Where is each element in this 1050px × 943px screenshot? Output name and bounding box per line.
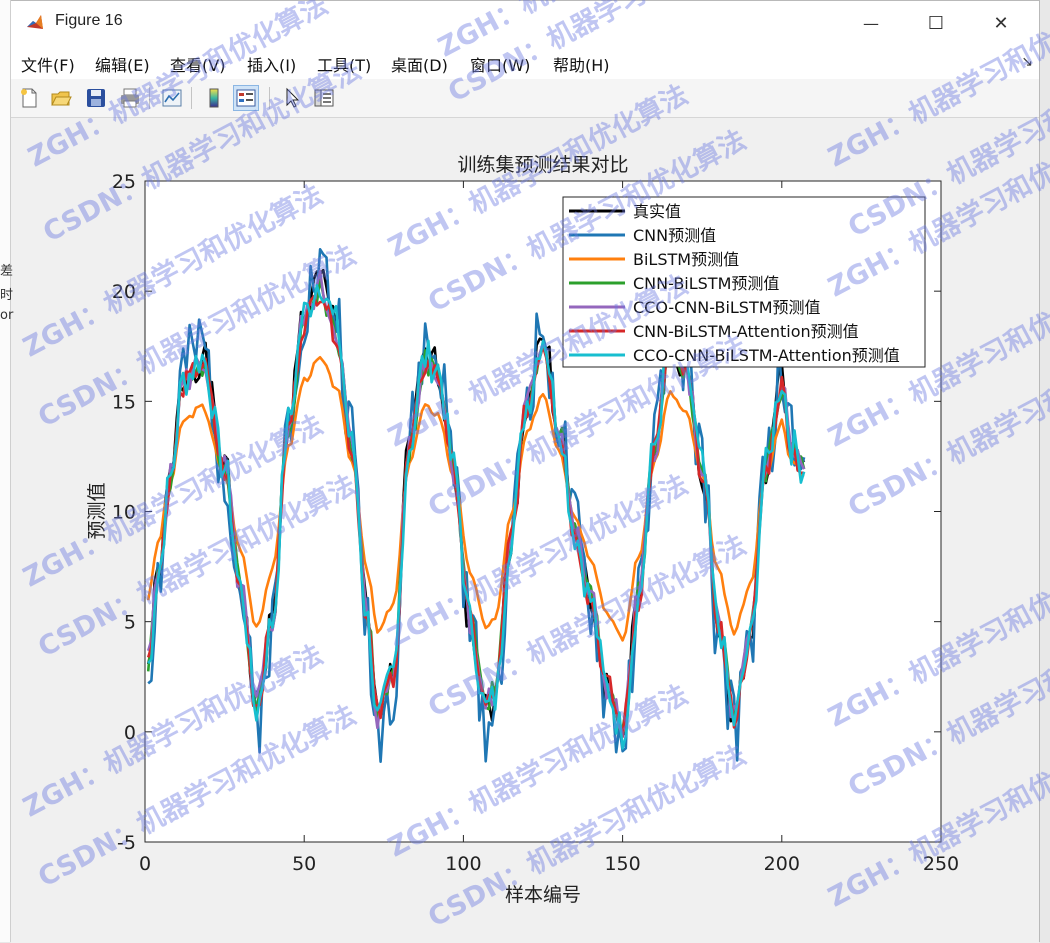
- y-tick-label: 5: [124, 612, 136, 634]
- legend-entry: CNN-BiLSTM-Attention预测值: [633, 322, 859, 341]
- x-tick-label: 150: [604, 853, 640, 875]
- legend[interactable]: 真实值 CNN预测值 BiLSTM预测值 CNN-BiLSTM预测值 CCO-CNN-B…: [562, 196, 926, 368]
- y-tick-label: 15: [112, 391, 136, 413]
- legend-entry: CCO-CNN-BiLSTM-Attention预测值: [633, 346, 900, 365]
- x-axis-label: 样本编号: [505, 884, 581, 906]
- x-tick-label: 100: [445, 853, 481, 875]
- y-axis-label: 预测值: [86, 482, 108, 539]
- y-tick-label: 0: [124, 722, 136, 744]
- x-tick-label: 0: [139, 853, 151, 875]
- x-tick-label: 250: [923, 853, 959, 875]
- legend-entry: BiLSTM预测值: [633, 250, 739, 269]
- legend-entry: 真实值: [633, 202, 681, 221]
- y-tick-label: 10: [112, 502, 136, 524]
- x-tick-label: 200: [764, 853, 800, 875]
- legend-entry: CCO-CNN-BiLSTM预测值: [633, 298, 821, 317]
- x-tick-label: 50: [292, 853, 316, 875]
- y-tick-label: -5: [117, 832, 136, 854]
- y-tick-label: 25: [112, 171, 136, 193]
- legend-entry: CNN预测值: [633, 226, 716, 245]
- chart-svg: 0 50 100 150 200 250-50510152025 训练集预测结果对比 样本…: [86, 154, 959, 906]
- chart-title: 训练集预测结果对比: [457, 154, 628, 176]
- legend-entry: CNN-BiLSTM预测值: [633, 274, 779, 293]
- y-tick-label: 20: [112, 281, 136, 303]
